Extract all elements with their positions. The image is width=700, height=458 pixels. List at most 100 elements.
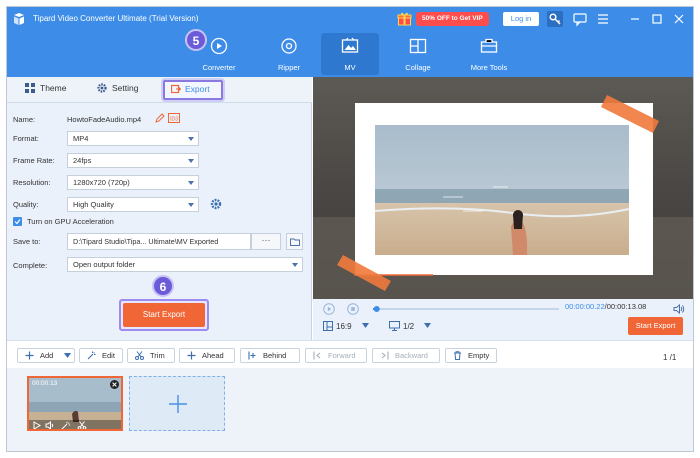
behind-button[interactable]: Behind [240, 348, 300, 363]
volume-icon[interactable] [673, 303, 685, 315]
ripper-icon [281, 38, 297, 54]
aspect-ratio-control[interactable]: 16:9 [323, 321, 369, 331]
framerate-value: 24fps [73, 156, 92, 165]
backward-button[interactable]: Backward [372, 348, 440, 363]
close-icon[interactable] [671, 11, 687, 27]
clip-volume-icon[interactable] [45, 421, 55, 430]
folder-icon [290, 238, 300, 246]
id3-tag-icon[interactable]: ID3 [168, 113, 180, 123]
mv-settings-panel: Theme Setting Export Name: HowtoFadeAudi… [7, 77, 312, 340]
nav-mv[interactable]: MV [321, 33, 379, 75]
add-button[interactable]: Add [17, 348, 75, 363]
resolution-select[interactable]: 1280x720 (720p) [67, 175, 199, 190]
empty-button[interactable]: Empty [445, 348, 497, 363]
quality-label: Quality: [13, 200, 39, 209]
screen-page-control[interactable]: 1/2 [389, 321, 432, 331]
vip-promo-badge[interactable]: 50% OFF to Get VIP [416, 12, 489, 26]
edit-button[interactable]: Edit [79, 348, 123, 363]
add-clip-placeholder[interactable] [129, 376, 225, 431]
chevron-down-icon [292, 263, 298, 267]
chevron-down-icon [188, 159, 194, 163]
mv-icon [341, 37, 359, 53]
nav-label: Collage [405, 63, 431, 72]
stop-icon[interactable] [347, 303, 359, 315]
window-title: Tipard Video Converter Ultimate (Trial V… [33, 14, 199, 23]
nav-label: Ripper [277, 63, 301, 72]
remove-clip-icon[interactable] [110, 380, 119, 389]
nav-collage[interactable]: Collage [389, 33, 447, 75]
timeline-clip[interactable]: 00:00:13 [27, 376, 123, 431]
aspect-ratio-value: 16:9 [336, 322, 352, 331]
save-path-field[interactable]: D:\Tipard Studio\Tipa... Ultimate\MV Exp… [67, 233, 251, 250]
format-value: MP4 [73, 134, 89, 143]
login-button[interactable]: Log in [503, 12, 539, 26]
backward-label: Backward [395, 351, 428, 360]
maximize-icon[interactable] [649, 11, 665, 27]
minimize-icon[interactable] [627, 11, 643, 27]
main-nav: Converter Ripper MV Collage More Tools 5 [7, 29, 693, 77]
edit-name-icon[interactable] [155, 113, 165, 123]
start-export-label: Start Export [123, 303, 205, 327]
step-6-marker: 6 [152, 275, 174, 297]
mv-preview-image [313, 77, 693, 299]
current-time: 00:00:00.22 [565, 302, 605, 311]
behind-label: Behind [263, 351, 287, 360]
chevron-down-icon [424, 323, 432, 328]
mv-subtabs: Theme Setting Export [7, 77, 312, 103]
clip-trim-icon[interactable] [77, 421, 87, 430]
open-folder-button[interactable] [286, 233, 303, 250]
gpu-acceleration-checkbox[interactable] [13, 217, 22, 226]
clip-page-counter: 1 /1 [663, 353, 677, 362]
start-export-secondary-button[interactable]: Start Export [628, 317, 683, 335]
clip-play-icon[interactable] [32, 421, 41, 430]
quality-settings-gear-icon[interactable] [210, 198, 222, 210]
format-select[interactable]: MP4 [67, 131, 199, 146]
chevron-down-icon [64, 353, 71, 358]
app-logo-icon [14, 13, 24, 25]
total-time: /00:00:13.08 [604, 302, 647, 311]
monitor-icon [389, 321, 400, 331]
menu-icon[interactable] [595, 11, 611, 27]
tab-theme-label: Theme [40, 83, 67, 93]
key-icon[interactable] [547, 11, 563, 27]
progress-slider[interactable] [373, 305, 559, 313]
framerate-label: Frame Rate: [13, 156, 55, 165]
ahead-button[interactable]: Ahead [179, 348, 235, 363]
nav-more-tools[interactable]: More Tools [458, 33, 520, 75]
svg-text:ID3: ID3 [170, 116, 178, 122]
screen-page-value: 1/2 [403, 322, 415, 331]
gift-icon[interactable] [397, 11, 412, 26]
player-controls: 00:00:00.22/00:00:13.08 16:9 1/2 Start E… [313, 299, 693, 340]
trim-label: Trim [150, 351, 165, 360]
play-icon[interactable] [323, 303, 335, 315]
step-5-marker: 5 [185, 29, 207, 51]
clip-toolbar: Add Edit Trim Ahead Behind Forward Backw… [7, 340, 693, 368]
tab-theme[interactable]: Theme [25, 83, 66, 93]
tab-setting[interactable]: Setting [97, 83, 138, 93]
tab-export[interactable]: Export [163, 80, 223, 100]
clip-duration: 00:00:13 [32, 380, 58, 387]
feedback-icon[interactable] [572, 11, 588, 27]
start-export-button[interactable]: Start Export [119, 299, 209, 331]
forward-button[interactable]: Forward [305, 348, 367, 363]
plus-icon [25, 351, 34, 360]
format-label: Format: [13, 134, 39, 143]
quality-select[interactable]: High Quality [67, 197, 199, 212]
complete-action-select[interactable]: Open output folder [67, 257, 303, 272]
framerate-select[interactable]: 24fps [67, 153, 199, 168]
chevron-down-icon [188, 137, 194, 141]
trash-icon [454, 351, 461, 360]
nav-label: Converter [202, 63, 236, 72]
quality-value: High Quality [73, 200, 114, 209]
gpu-acceleration-label: Turn on GPU Acceleration [27, 217, 114, 226]
chevron-down-icon [188, 203, 194, 207]
theme-icon [25, 83, 35, 93]
nav-ripper[interactable]: Ripper [260, 33, 318, 75]
trim-button[interactable]: Trim [127, 348, 175, 363]
clip-edit-icon[interactable] [61, 421, 71, 430]
file-name-value: HowtoFadeAudio.mp4 [67, 115, 142, 124]
plus-ahead-icon [187, 351, 196, 360]
browse-folder-button[interactable]: ··· [251, 233, 281, 250]
progress-thumb[interactable] [373, 306, 380, 312]
toolbox-icon [480, 38, 498, 53]
